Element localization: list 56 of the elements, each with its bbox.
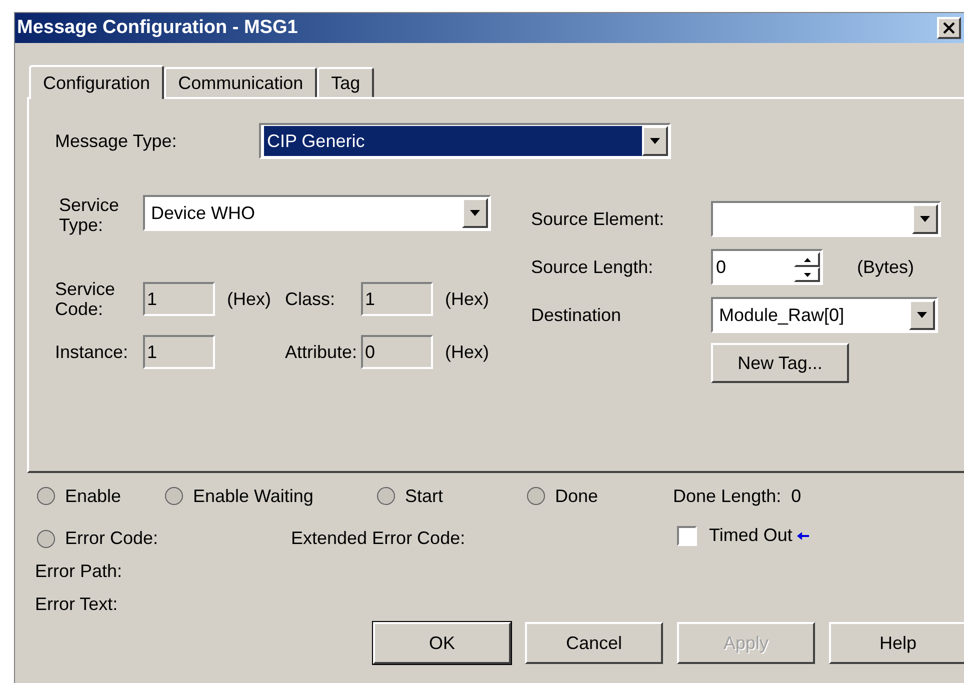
tab[interactable]: Configuration (29, 65, 164, 99)
field-label: Service Code: (55, 279, 116, 319)
down-arrow-icon (804, 272, 810, 276)
destination-dropdown[interactable]: Module_Raw[0] (711, 297, 938, 333)
input-field[interactable]: 0 (361, 335, 433, 369)
field-label: Destination (531, 304, 622, 326)
input-field[interactable]: 1 (143, 282, 215, 316)
caret-icon (917, 312, 927, 318)
dialog-button[interactable]: OK (373, 622, 511, 664)
spinner-field[interactable]: 0 (711, 249, 823, 285)
close-button[interactable] (937, 17, 961, 39)
field-label: Message Type: (55, 130, 178, 153)
status-label: Done Length: (673, 484, 782, 508)
radio-button[interactable] (165, 487, 183, 505)
dialog-button[interactable]: Help (829, 622, 964, 664)
unit-label: (Bytes) (857, 256, 914, 279)
radio-button[interactable] (377, 487, 395, 505)
left-arrow-icon (796, 530, 810, 540)
message-type-dropdown[interactable]: CIP Generic (259, 123, 671, 159)
radio-button[interactable] (527, 487, 545, 505)
input-field[interactable]: 1 (143, 335, 215, 369)
up-arrow-icon (804, 258, 810, 262)
new-tag-button[interactable]: New Tag... (711, 343, 849, 383)
unit-label: (Hex) (445, 340, 489, 364)
service-type-dropdown[interactable]: Device WHO (143, 195, 491, 231)
field-label: Source Element: (531, 208, 666, 230)
field-label: Service Type: (59, 195, 120, 235)
status-label: Error Text: (35, 593, 119, 616)
radio-button[interactable] (37, 530, 55, 548)
radio-button[interactable] (37, 487, 55, 505)
status-label: Error Code: (65, 527, 158, 550)
field-label: Instance: (55, 342, 130, 362)
tab[interactable]: Communication (164, 67, 318, 97)
field-label: Source Length: (531, 256, 654, 279)
dialog-button[interactable]: Cancel (525, 622, 663, 664)
close-icon (943, 22, 955, 34)
tab[interactable]: Tag (317, 67, 374, 97)
input-field[interactable]: 1 (361, 282, 433, 316)
status-label: Error Path: (35, 560, 124, 583)
caret-icon (920, 216, 930, 222)
status-label: Enable Waiting (193, 484, 314, 508)
checkbox[interactable] (677, 526, 697, 546)
status-label: Start (405, 484, 444, 508)
status-label: Done (555, 484, 598, 508)
status-label: Timed Out (709, 524, 792, 547)
caret-icon (650, 138, 660, 144)
status-value: 0 (791, 484, 802, 508)
window-title: Message Configuration - MSG1 (17, 16, 298, 40)
caret-icon (470, 210, 480, 216)
field-label: Attribute: (285, 342, 358, 362)
unit-label: (Hex) (445, 288, 489, 311)
status-label: Extended Error Code: (291, 527, 466, 550)
field-label: Class: (285, 289, 336, 309)
unit-label: (Hex) (227, 288, 271, 311)
status-label: Enable (65, 484, 122, 508)
source-element-dropdown[interactable] (711, 201, 941, 237)
